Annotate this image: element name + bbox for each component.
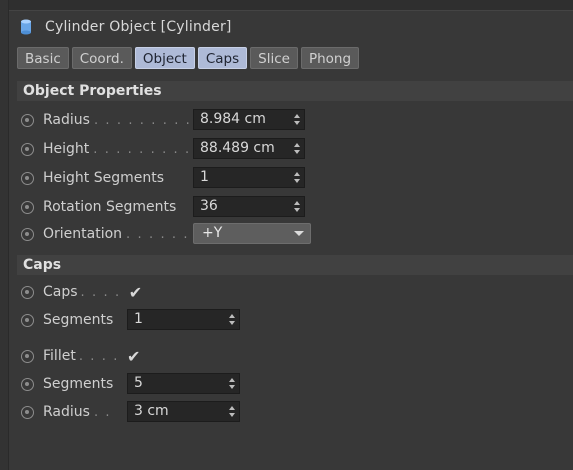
orientation-value: +Y [202, 225, 223, 241]
fillet-row: Fillet . . . . ✔ [17, 344, 140, 368]
caps-segments-spinner-icon[interactable] [229, 313, 235, 326]
tab-slice[interactable]: Slice [250, 47, 298, 69]
fillet-animate-radio[interactable] [21, 349, 34, 363]
object-header: Cylinder Object [Cylinder] [21, 14, 561, 40]
caps-segments-field[interactable]: 1 [127, 309, 240, 330]
radius-value: 8.984 cm [200, 111, 266, 127]
fillet-segments-value: 5 [134, 375, 143, 391]
rotation-segments-row: Rotation Segments [17, 195, 176, 219]
tab-phong[interactable]: Phong [300, 47, 360, 69]
fillet-radius-animate-radio[interactable] [21, 405, 34, 419]
fillet-radius-row: Radius . . [17, 400, 111, 424]
height-row: Height . . . . . . . . . [17, 137, 191, 161]
fillet-label: Fillet [43, 348, 76, 364]
panel-top-bar [9, 0, 573, 11]
height-segments-value: 1 [200, 169, 209, 185]
panel-empty-area [17, 430, 573, 470]
height-field[interactable]: 88.489 cm [193, 138, 305, 159]
height-segments-label: Height Segments [43, 170, 165, 186]
height-segments-row: Height Segments [17, 166, 164, 190]
caps-segments-value: 1 [134, 311, 143, 327]
height-segments-spinner-icon[interactable] [294, 171, 300, 184]
caps-dots: . . . . [80, 284, 121, 300]
attribute-manager-panel: Cylinder Object [Cylinder] Basic Coord. … [8, 0, 573, 470]
height-value: 88.489 cm [200, 140, 275, 156]
fillet-segments-animate-radio[interactable] [21, 377, 34, 391]
height-dots: . . . . . . . . . [93, 141, 191, 157]
rotation-segments-spinner-icon[interactable] [294, 200, 300, 213]
radius-spinner-icon[interactable] [294, 113, 300, 126]
height-segments-animate-radio[interactable] [21, 171, 34, 185]
tab-basic[interactable]: Basic [17, 47, 69, 69]
caps-row: Caps . . . . ✔ [17, 280, 142, 304]
rotation-segments-value: 36 [200, 198, 218, 214]
tab-caps[interactable]: Caps [197, 47, 248, 69]
tab-object[interactable]: Object [134, 47, 195, 69]
fillet-radius-value: 3 cm [134, 403, 169, 419]
height-segments-field[interactable]: 1 [193, 167, 305, 188]
cylinder-icon [21, 19, 31, 35]
height-spinner-icon[interactable] [294, 142, 300, 155]
orientation-dropdown[interactable]: +Y [193, 223, 311, 244]
fillet-checkbox[interactable]: ✔ [127, 347, 140, 366]
orientation-animate-radio[interactable] [21, 227, 34, 241]
orientation-label: Orientation [43, 226, 123, 242]
caps-label: Caps [43, 284, 78, 300]
height-animate-radio[interactable] [21, 142, 34, 156]
caps-animate-radio[interactable] [21, 285, 34, 299]
caps-heading: Caps [17, 255, 573, 275]
radius-label: Radius [43, 112, 90, 128]
fillet-dots: . . . . [78, 348, 119, 364]
orientation-dots: . . . . . . . [126, 226, 201, 242]
object-properties-heading: Object Properties [17, 81, 573, 101]
radius-field[interactable]: 8.984 cm [193, 109, 305, 130]
radius-animate-radio[interactable] [21, 113, 34, 127]
radius-dots: . . . . . . . . . [93, 112, 192, 128]
fillet-radius-field[interactable]: 3 cm [127, 401, 240, 422]
fillet-radius-spinner-icon[interactable] [229, 405, 235, 418]
object-title: Cylinder Object [Cylinder] [45, 19, 232, 35]
rotation-segments-animate-radio[interactable] [21, 200, 34, 214]
fillet-segments-row: Segments [17, 372, 113, 396]
height-label: Height [43, 141, 90, 157]
fillet-segments-field[interactable]: 5 [127, 373, 240, 394]
radius-row: Radius . . . . . . . . . [17, 108, 191, 132]
orientation-row: Orientation . . . . . . . [17, 222, 201, 246]
caps-segments-row: Segments [17, 308, 113, 332]
property-tabs: Basic Coord. Object Caps Slice Phong [17, 47, 360, 71]
fillet-segments-spinner-icon[interactable] [229, 377, 235, 390]
fillet-radius-label: Radius [43, 404, 90, 420]
fillet-radius-dots: . . [93, 404, 112, 420]
caps-checkbox[interactable]: ✔ [129, 283, 142, 302]
rotation-segments-label: Rotation Segments [43, 199, 177, 215]
tab-coord[interactable]: Coord. [71, 47, 132, 69]
rotation-segments-field[interactable]: 36 [193, 196, 305, 217]
caps-segments-label: Segments [43, 312, 114, 328]
fillet-segments-label: Segments [43, 376, 114, 392]
caps-segments-animate-radio[interactable] [21, 313, 34, 327]
chevron-down-icon [294, 231, 304, 236]
